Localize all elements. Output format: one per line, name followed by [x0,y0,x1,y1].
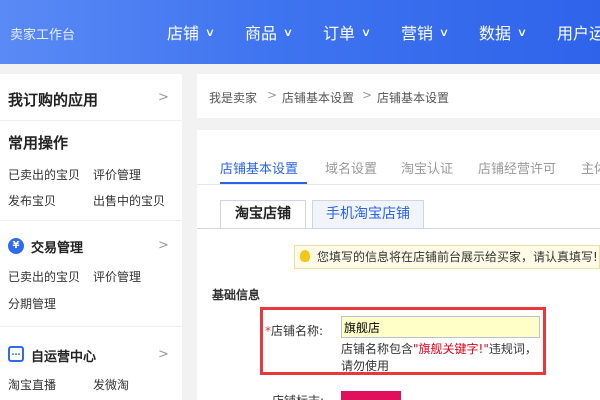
subtab-mobile-shop[interactable]: 手机淘宝店铺 [312,200,424,228]
shop-name-label-text: 店铺名称: [271,324,324,338]
warning-prefix: 店铺名称包含 [341,342,414,356]
info-notice: 您填写的信息将在店铺前台展示给买家，请认真填写! [294,245,600,269]
tab-domain[interactable]: 域名设置 [325,158,377,177]
nav-marketing-label: 营销 [401,24,434,43]
shop-logo-label: 店铺标志: [272,392,324,400]
nav-orders[interactable]: 订单 ∨ [323,20,372,44]
divider [0,220,182,221]
nav-orders-label: 订单 [323,24,356,43]
shop-logo-preview[interactable] [341,391,401,400]
subtab-taobao-shop[interactable]: 淘宝店铺 [220,200,306,228]
nav-user-ops-label: 用户运 [557,24,600,43]
chevron-right-icon[interactable]: > [158,238,169,253]
sidebar-link-on-sale[interactable]: 出售中的宝贝 [93,192,165,209]
chevron-right-icon[interactable]: > [158,90,169,105]
nav-goods[interactable]: 商品 ∨ [245,20,294,44]
section-title: 基础信息 [212,288,261,302]
divider [197,184,600,185]
nav-user-ops[interactable]: 用户运 [557,20,600,44]
nav-store[interactable]: 店铺 ∨ [167,20,216,44]
warning-keyword: "旗舰关键字!" [413,342,489,356]
chevron-right-icon[interactable]: > [158,347,169,362]
yen-icon: ¥ [8,238,24,254]
sidebar-self-ops-title[interactable]: 自运营中心 [31,346,96,365]
divider [0,120,182,121]
breadcrumb-seller[interactable]: 我是卖家 [209,89,257,106]
breadcrumb-shop-settings[interactable]: 店铺基本设置 [282,89,354,106]
sidebar-purchased-apps[interactable]: 我订购的应用 [8,89,98,110]
sidebar-trade-title[interactable]: 交易管理 [31,237,83,256]
sidebar-link-weitao[interactable]: 发微淘 [93,376,129,393]
chat-icon: … [8,346,24,362]
sidebar-link-reviews[interactable]: 评价管理 [93,166,141,183]
divider [0,326,182,327]
chevron-right-icon: > [267,88,278,102]
tab-certification[interactable]: 淘宝认证 [401,158,453,177]
shop-name-label: *店铺名称: [265,322,323,339]
sidebar-link-taobao-live[interactable]: 淘宝直播 [8,376,56,393]
tab-business-license[interactable]: 店铺经营许可 [478,158,556,177]
nav-goods-label: 商品 [245,24,278,43]
sidebar-link-sold-items[interactable]: 已卖出的宝贝 [8,166,80,183]
nav-data[interactable]: 数据 ∨ [479,20,528,44]
divider [197,228,600,229]
nav-data-label: 数据 [479,24,512,43]
nav-store-label: 店铺 [167,24,200,43]
sidebar-link-publish-item[interactable]: 发布宝贝 [8,192,56,209]
chevron-down-icon: ∨ [516,25,528,39]
chevron-down-icon: ∨ [438,25,450,39]
chevron-down-icon: ∨ [360,25,372,39]
sidebar-common-ops-title: 常用操作 [8,134,69,152]
sidebar: 我订购的应用 > 常用操作 已卖出的宝贝 评价管理 发布宝贝 出售中的宝贝 ¥ … [0,74,182,400]
top-nav: 卖家工作台 店铺 ∨ 商品 ∨ 订单 ∨ 营销 ∨ 数据 ∨ 用户运 [0,0,600,64]
main-panel: 店铺基本设置 域名设置 淘宝认证 店铺经营许可 主体 淘宝店铺 手机淘宝店铺 您… [197,130,600,400]
nav-marketing[interactable]: 营销 ∨ [401,20,450,44]
brand-title: 卖家工作台 [10,28,76,43]
tab-entity[interactable]: 主体 [581,158,600,177]
notice-text: 您填写的信息将在店铺前台展示给买家，请认真填写! [317,250,598,264]
sidebar-link-installments[interactable]: 分期管理 [8,295,56,312]
breadcrumb: 我是卖家 > 店铺基本设置 > 店铺基本设置 [197,74,600,118]
sidebar-link-sold-items-2[interactable]: 已卖出的宝贝 [8,268,80,285]
chevron-down-icon: ∨ [282,25,294,39]
chevron-right-icon: > [362,88,373,102]
tab-basic-settings[interactable]: 店铺基本设置 [220,158,298,177]
breadcrumb-current: 店铺基本设置 [377,91,450,105]
sidebar-link-reviews-2[interactable]: 评价管理 [93,268,141,285]
validation-message: 店铺名称包含"旗舰关键字!"违规词，请勿使用 [341,341,537,375]
chevron-down-icon: ∨ [204,25,216,39]
shop-name-input[interactable] [341,316,540,338]
lightbulb-icon [300,250,310,262]
